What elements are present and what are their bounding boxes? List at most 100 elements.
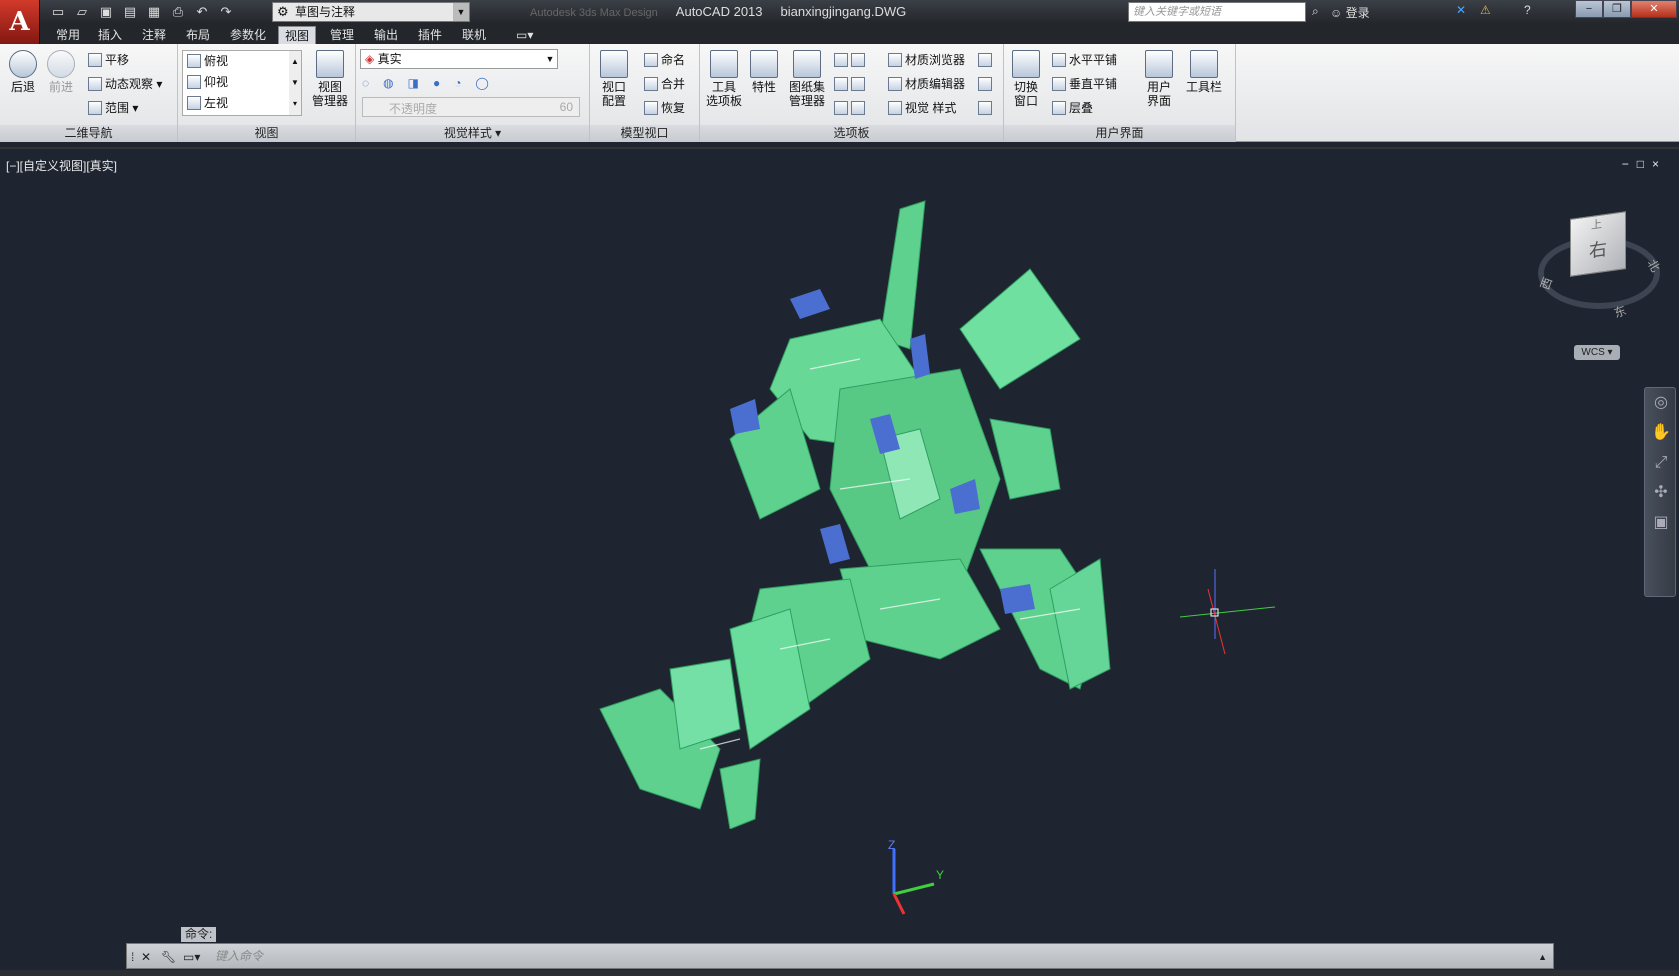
close-icon[interactable]: ✕ <box>141 947 151 967</box>
view-list-scrollbar[interactable]: ▲ ▼ ▾ <box>289 51 301 115</box>
viewcube[interactable]: 右 上 北 西 东 <box>1534 207 1664 321</box>
pan-button[interactable]: 平移 <box>88 50 129 70</box>
material-editor-button[interactable]: 材质编辑器 <box>888 74 965 94</box>
visual-style-dropdown[interactable]: ◈ 真实 ▼ <box>360 49 558 69</box>
view-manager-icon <box>316 50 344 78</box>
robot-3d-model[interactable] <box>580 189 1300 829</box>
lights-icon[interactable] <box>978 50 995 70</box>
undo-icon[interactable]: ↶ <box>192 3 212 21</box>
view-bottom[interactable]: 仰视 <box>187 72 228 92</box>
workspace-dropdown[interactable]: ⚙ 草图与注释 ▼ <box>272 2 470 22</box>
autodesk-360-icon[interactable]: ⚠ <box>1480 3 1491 17</box>
ribbon: 后退 前进 平移 动态观察 ▾ 范围 ▾ 二维导航 俯视 仰视 左视 ▲ ▼ ▾ 视… <box>0 44 1679 142</box>
showmotion-icon[interactable]: ▣ <box>1645 508 1677 538</box>
tile-vertical-button[interactable]: 垂直平铺 <box>1052 74 1117 94</box>
tool-palettes-button[interactable]: 工具 选项板 <box>704 50 744 108</box>
minimize-button[interactable]: − <box>1575 0 1603 18</box>
extents-label: 范围 <box>105 101 130 115</box>
viewport-label[interactable]: [−][自定义视图][真实] <box>6 157 117 174</box>
cube-left-icon <box>187 96 201 110</box>
forward-button[interactable]: 前进 <box>44 50 78 94</box>
sheetset-label-1: 图纸集 <box>788 80 825 94</box>
switch-windows-icon <box>1012 50 1040 78</box>
chevron-up-icon[interactable]: ▲ <box>1538 947 1547 967</box>
view-top[interactable]: 俯视 <box>187 51 228 71</box>
command-line[interactable]: ⁞ ✕ 🔧︎ ▭▾ 键入命令 ▲ <box>126 943 1554 969</box>
tab-layout[interactable]: 布局 <box>180 26 216 44</box>
viewport-controls[interactable]: −□× <box>1622 157 1667 171</box>
tab-manage[interactable]: 管理 <box>324 26 360 44</box>
palette-toggle-icons-2[interactable] <box>834 74 868 94</box>
design-center-icon <box>851 53 865 67</box>
binoculars-icon[interactable]: ⌕ <box>1312 4 1319 19</box>
ribbon-tab-bar: 常用 插入 注释 布局 参数化 视图 管理 输出 插件 联机 ▭▾ <box>40 24 1679 44</box>
named-viewport-button[interactable]: 命名 <box>644 50 685 70</box>
redo-icon[interactable]: ↷ <box>216 3 236 21</box>
wcs-menu[interactable]: WCS ▾ <box>1574 345 1620 360</box>
help-icon[interactable]: ? <box>1524 3 1531 17</box>
back-button[interactable]: 后退 <box>6 50 40 94</box>
tab-output[interactable]: 输出 <box>368 26 404 44</box>
visual-style-value: 真实 <box>377 52 402 66</box>
opacity-slider[interactable]: 不透明度 60 <box>362 97 580 117</box>
login-button[interactable]: ☺ 登录 <box>1330 4 1370 21</box>
close-button[interactable]: ✕ <box>1631 0 1677 18</box>
palette-toggle-icons[interactable] <box>834 50 868 70</box>
new-file-icon[interactable]: ▭ <box>48 3 68 21</box>
search-input[interactable]: 键入关键字或短语 <box>1128 2 1306 22</box>
tab-insert[interactable]: 插入 <box>92 26 128 44</box>
zoom-icon[interactable]: ⤢ <box>1645 448 1677 478</box>
properties-button[interactable]: 特性 <box>748 50 780 94</box>
sun-icon[interactable] <box>978 98 995 118</box>
open-file-icon[interactable]: ▱ <box>72 3 92 21</box>
join-viewport-button[interactable]: 合并 <box>644 74 685 94</box>
user-interface-button[interactable]: 用户 界面 <box>1140 50 1178 108</box>
pan-hand-icon[interactable]: ✋ <box>1645 418 1677 448</box>
sheetset-manager-button[interactable]: 图纸集 管理器 <box>784 50 830 108</box>
material-browser-button[interactable]: 材质浏览器 <box>888 50 965 70</box>
tool-palettes-icon <box>710 50 738 78</box>
tab-home[interactable]: 常用 <box>50 26 86 44</box>
panel-2d-navigation: 后退 前进 平移 动态观察 ▾ 范围 ▾ 二维导航 <box>0 44 178 142</box>
viewport-config-button[interactable]: 视口 配置 <box>594 50 634 108</box>
toolbars-button[interactable]: 工具栏 <box>1184 50 1224 94</box>
exchange-icon[interactable]: ✕ <box>1456 3 1466 17</box>
view-manager-label-1: 视图 <box>317 80 342 94</box>
viewport-config-icon <box>600 50 628 78</box>
command-input[interactable]: 键入命令 <box>215 946 263 966</box>
orbit-nav-icon[interactable]: ✣ <box>1645 478 1677 508</box>
steering-wheel-icon[interactable]: ◎ <box>1645 388 1677 418</box>
command-line-grip[interactable]: ⁞ <box>131 947 136 967</box>
switch-windows-button[interactable]: 切换 窗口 <box>1008 50 1044 108</box>
render-icon[interactable] <box>978 74 995 94</box>
save-icon[interactable]: ▣ <box>96 3 116 21</box>
drawing-viewport[interactable]: [−][自定义视图][真实] −□× Z Y 右 上 北 西 东 WCS ▾ ◎… <box>0 147 1679 943</box>
plot-icon[interactable]: ⎙ <box>168 3 188 21</box>
save-as-icon[interactable]: ▤ <box>120 3 140 21</box>
tab-plugins[interactable]: 插件 <box>412 26 448 44</box>
command-prompt-icon[interactable]: ▭▾ <box>183 947 200 967</box>
ribbon-toggle-icon[interactable]: ▭▾ <box>510 26 539 44</box>
viewcube-face[interactable]: 右 上 <box>1570 211 1626 277</box>
tab-online[interactable]: 联机 <box>456 26 492 44</box>
visual-styles-manager-button[interactable]: 视觉 样式 <box>888 98 956 118</box>
palette-toggle-icons-3[interactable] <box>834 98 868 118</box>
userif-label-1: 用户 <box>1146 80 1171 94</box>
tab-view[interactable]: 视图 <box>278 26 317 44</box>
view-left[interactable]: 左视 <box>187 93 228 113</box>
restore-button[interactable]: ❐ <box>1603 0 1631 18</box>
publish-icon[interactable]: ▦ <box>144 3 164 21</box>
view-manager-button[interactable]: 视图 管理器 <box>308 50 352 108</box>
tile-horizontal-button[interactable]: 水平平铺 <box>1052 50 1117 70</box>
application-menu-button[interactable]: A <box>0 0 40 46</box>
tab-annotate[interactable]: 注释 <box>136 26 172 44</box>
cascade-button[interactable]: 层叠 <box>1052 98 1093 118</box>
orbit-button[interactable]: 动态观察 ▾ <box>88 74 162 94</box>
style-tool-icons[interactable]: ◌◍◨●◔◯ <box>362 73 503 93</box>
tab-parametric[interactable]: 参数化 <box>224 26 272 44</box>
tool-palettes-label-2: 选项板 <box>705 94 742 108</box>
extents-button[interactable]: 范围 ▾ <box>88 98 138 118</box>
tile-horizontal-label: 水平平铺 <box>1069 53 1118 67</box>
wrench-icon[interactable]: 🔧︎ <box>161 947 176 967</box>
restore-viewport-button[interactable]: 恢复 <box>644 98 685 118</box>
